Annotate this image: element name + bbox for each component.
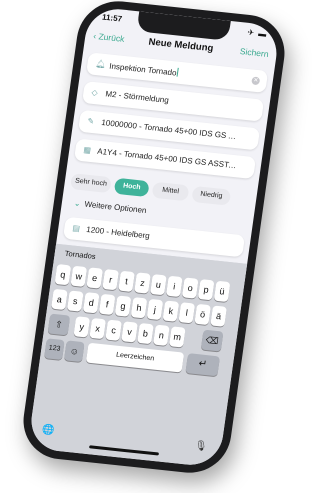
- priority-chip-low[interactable]: Niedrig: [191, 185, 232, 206]
- key[interactable]: z: [134, 272, 151, 294]
- tag-icon: ◇: [90, 87, 99, 98]
- key[interactable]: g: [114, 295, 132, 317]
- more-options-label: Weitere Optionen: [83, 199, 148, 216]
- numbers-key[interactable]: 123: [44, 338, 65, 360]
- wrench-icon: ✎: [86, 116, 95, 127]
- key[interactable]: d: [82, 292, 100, 314]
- title-input[interactable]: Inspektion Tornado: [109, 62, 177, 78]
- key[interactable]: t: [118, 270, 135, 292]
- key[interactable]: b: [137, 322, 154, 345]
- status-icons: ✈ ▬: [246, 27, 268, 39]
- key[interactable]: a: [51, 288, 68, 311]
- return-key[interactable]: ↵: [185, 353, 221, 377]
- equipment-value: 10000000 - Tornado 45+00 IDS GS AS...: [100, 117, 242, 142]
- phone-frame: 11:57 ✈ ▬ ‹ Zurück Neue Meldung Sichern …: [18, 0, 290, 477]
- key[interactable]: p: [197, 279, 215, 301]
- key[interactable]: w: [70, 265, 88, 287]
- key[interactable]: q: [54, 264, 72, 286]
- key[interactable]: c: [105, 319, 122, 341]
- keyboard: Tornados q w e r t z u i o p ü a s d f g…: [27, 243, 248, 468]
- globe-icon[interactable]: 🌐: [41, 424, 55, 436]
- status-time: 11:57: [101, 12, 123, 24]
- key[interactable]: u: [150, 274, 167, 296]
- key[interactable]: ö: [194, 303, 212, 326]
- key[interactable]: ü: [213, 280, 231, 303]
- priority-chip-very-high[interactable]: Sehr hoch: [69, 173, 112, 194]
- key[interactable]: l: [178, 302, 196, 324]
- key[interactable]: o: [181, 277, 199, 299]
- key[interactable]: ä: [210, 305, 227, 327]
- shift-key[interactable]: ⇧: [47, 313, 71, 336]
- clear-icon[interactable]: ✕: [251, 76, 261, 86]
- key[interactable]: f: [98, 293, 116, 316]
- key[interactable]: k: [162, 300, 180, 322]
- text-caret: [177, 67, 180, 77]
- key[interactable]: s: [66, 290, 84, 312]
- bell-icon: 🔔︎: [94, 59, 107, 70]
- key[interactable]: r: [102, 269, 119, 291]
- backspace-key[interactable]: ⌫: [200, 329, 224, 352]
- priority-chip-high[interactable]: Hoch: [113, 177, 150, 198]
- building-icon: ▤: [71, 223, 81, 234]
- key[interactable]: v: [121, 321, 138, 343]
- more-options-toggle[interactable]: ⌄ Weitere Optionen: [73, 199, 147, 216]
- key[interactable]: n: [153, 324, 170, 346]
- microphone-icon[interactable]: 🎙: [194, 440, 208, 452]
- notification-type-value: M2 - Störmeldung: [104, 89, 170, 105]
- work-center-value: 1200 - Heidelberg: [85, 224, 151, 241]
- priority-chip-medium[interactable]: Mittel: [151, 181, 190, 202]
- chevron-down-icon: ⌄: [73, 198, 82, 209]
- suggestion-word[interactable]: Tornados: [64, 249, 96, 261]
- functional-location-value: A1Y4 - Tornado 45+00 IDS GS ASSTA3: [96, 146, 238, 171]
- key[interactable]: x: [89, 317, 107, 340]
- key[interactable]: h: [130, 297, 148, 319]
- location-icon: ▦: [82, 145, 92, 155]
- home-indicator: [88, 445, 160, 456]
- key[interactable]: i: [165, 275, 183, 298]
- key[interactable]: m: [168, 326, 186, 348]
- key[interactable]: j: [146, 298, 164, 321]
- key[interactable]: y: [73, 316, 91, 338]
- emoji-key[interactable]: ☺: [63, 340, 85, 363]
- key[interactable]: e: [86, 267, 104, 289]
- app-screen: 11:57 ✈ ▬ ‹ Zurück Neue Meldung Sichern …: [27, 6, 281, 468]
